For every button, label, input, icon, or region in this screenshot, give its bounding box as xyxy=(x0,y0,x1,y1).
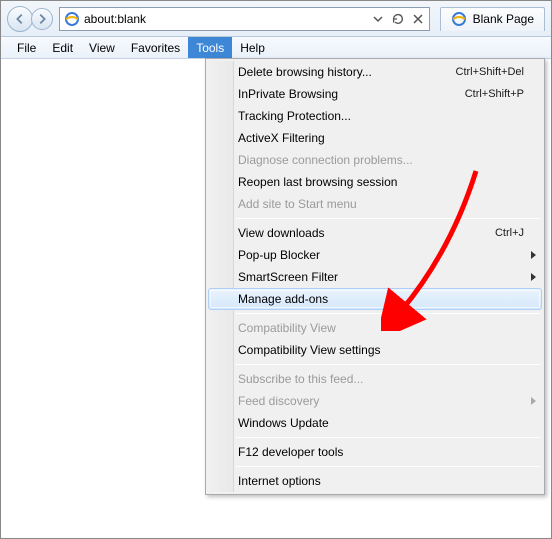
address-tools xyxy=(369,9,427,29)
menu-item-label: SmartScreen Filter xyxy=(238,270,524,284)
menu-separator xyxy=(236,364,540,365)
menu-item-label: Windows Update xyxy=(238,416,524,430)
tools-dropdown: Delete browsing history...Ctrl+Shift+Del… xyxy=(205,58,545,495)
menu-item-label: Compatibility View settings xyxy=(238,343,524,357)
menu-item[interactable]: F12 developer tools xyxy=(208,441,542,463)
dropdown-chevron-icon[interactable] xyxy=(369,9,387,29)
ie-tab-icon xyxy=(451,11,467,27)
menu-item: Feed discovery xyxy=(208,390,542,412)
menu-help[interactable]: Help xyxy=(232,37,273,58)
menu-tools[interactable]: Tools xyxy=(188,37,232,58)
arrow-right-icon xyxy=(35,12,49,26)
menu-item[interactable]: Reopen last browsing session xyxy=(208,171,542,193)
menu-item[interactable]: SmartScreen Filter xyxy=(208,266,542,288)
menu-item: Subscribe to this feed... xyxy=(208,368,542,390)
menu-separator xyxy=(236,466,540,467)
address-text[interactable]: about:blank xyxy=(84,12,365,26)
address-box[interactable]: about:blank xyxy=(59,7,430,31)
menu-item[interactable]: Delete browsing history...Ctrl+Shift+Del xyxy=(208,61,542,83)
nav-buttons xyxy=(7,6,53,32)
menu-item: Add site to Start menu xyxy=(208,193,542,215)
menu-item[interactable]: Manage add-ons xyxy=(208,288,542,310)
menu-item-shortcut: Ctrl+Shift+P xyxy=(465,88,524,100)
menu-item[interactable]: Pop-up Blocker xyxy=(208,244,542,266)
tab-title: Blank Page xyxy=(473,12,534,26)
menu-item-label: Compatibility View xyxy=(238,321,524,335)
menu-favorites[interactable]: Favorites xyxy=(123,37,188,58)
menu-item[interactable]: Windows Update xyxy=(208,412,542,434)
menu-item[interactable]: ActiveX Filtering xyxy=(208,127,542,149)
menu-item-label: Tracking Protection... xyxy=(238,109,524,123)
menu-item-label: ActiveX Filtering xyxy=(238,131,524,145)
submenu-arrow-icon xyxy=(531,251,536,259)
menu-item-label: Subscribe to this feed... xyxy=(238,372,524,386)
refresh-icon[interactable] xyxy=(389,9,407,29)
menu-item-label: Internet options xyxy=(238,474,524,488)
menu-item: Compatibility View xyxy=(208,317,542,339)
submenu-arrow-icon xyxy=(531,273,536,281)
menu-item-label: Feed discovery xyxy=(238,394,524,408)
menu-item-label: View downloads xyxy=(238,226,495,240)
menu-item-label: Reopen last browsing session xyxy=(238,175,524,189)
menu-item-label: InPrivate Browsing xyxy=(238,87,465,101)
menu-item-label: Delete browsing history... xyxy=(238,65,456,79)
menu-item[interactable]: Tracking Protection... xyxy=(208,105,542,127)
menu-item-label: Manage add-ons xyxy=(238,292,524,306)
menu-separator xyxy=(236,313,540,314)
menu-file[interactable]: File xyxy=(9,37,44,58)
browser-tab[interactable]: Blank Page xyxy=(440,7,545,31)
submenu-arrow-icon xyxy=(531,397,536,405)
menu-item[interactable]: Internet options xyxy=(208,470,542,492)
menu-view[interactable]: View xyxy=(81,37,123,58)
stop-icon[interactable] xyxy=(409,9,427,29)
menu-item: Diagnose connection problems... xyxy=(208,149,542,171)
menu-item-shortcut: Ctrl+Shift+Del xyxy=(456,66,524,78)
menu-item[interactable]: InPrivate BrowsingCtrl+Shift+P xyxy=(208,83,542,105)
menu-edit[interactable]: Edit xyxy=(44,37,81,58)
menu-item-label: Add site to Start menu xyxy=(238,197,524,211)
arrow-left-icon xyxy=(13,12,27,26)
menu-item[interactable]: Compatibility View settings xyxy=(208,339,542,361)
menu-item[interactable]: View downloadsCtrl+J xyxy=(208,222,542,244)
menu-item-label: Pop-up Blocker xyxy=(238,248,524,262)
menu-item-label: Diagnose connection problems... xyxy=(238,153,524,167)
menu-separator xyxy=(236,437,540,438)
forward-button[interactable] xyxy=(31,8,53,30)
menu-item-label: F12 developer tools xyxy=(238,445,524,459)
ie-page-icon xyxy=(64,11,80,27)
back-button[interactable] xyxy=(7,6,33,32)
menu-item-shortcut: Ctrl+J xyxy=(495,227,524,239)
tab-strip: Blank Page xyxy=(440,7,545,31)
menu-bar: File Edit View Favorites Tools Help xyxy=(1,37,551,59)
address-bar-row: about:blank Blank Page xyxy=(1,1,551,37)
menu-separator xyxy=(236,218,540,219)
